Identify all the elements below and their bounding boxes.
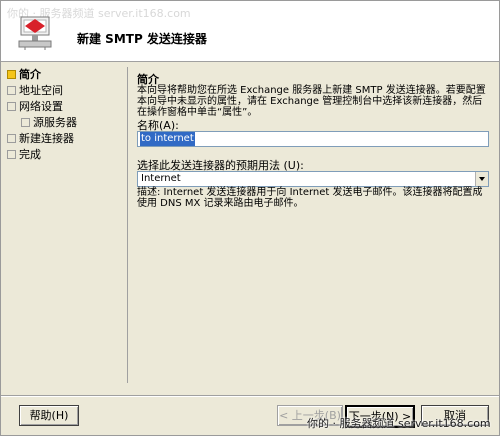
step-active-icon [7, 70, 16, 79]
step-label: 源服务器 [33, 116, 77, 129]
wizard-steps: 简介 地址空间 网络设置 源服务器 新建连接器 完成 [7, 67, 123, 403]
step-label: 地址空间 [19, 84, 63, 97]
footer-divider [1, 395, 499, 397]
intended-use-value: Internet [141, 173, 181, 184]
connector-name-value: to internet [140, 132, 195, 146]
step-label: 新建连接器 [19, 132, 74, 145]
step-pending-icon [21, 118, 30, 127]
step-label: 完成 [19, 148, 41, 161]
step-pending-icon [7, 150, 16, 159]
wizard-title: 新建 SMTP 发送连接器 [77, 32, 207, 46]
description-text: 描述: Internet 发送连接器用于向 Internet 发送电子邮件。该连… [137, 187, 483, 209]
step-pending-icon [7, 102, 16, 111]
connector-name-input[interactable]: to internet [137, 131, 489, 147]
step-pending-icon [7, 134, 16, 143]
connector-wizard-icon [18, 16, 52, 50]
sidebar-divider [127, 67, 128, 383]
step-label: 简介 [19, 68, 41, 81]
intended-use-select[interactable]: Internet [137, 171, 489, 187]
chevron-down-icon[interactable] [475, 172, 488, 186]
wizard-window: 你的 · 服务器频道 server.it168.com 新建 SMTP 发送连接… [0, 0, 500, 436]
intro-text: 本向导将帮助您在所选 Exchange 服务器上新建 SMTP 发送连接器。若要… [137, 85, 486, 118]
footer-watermark: 你的 · 服务器频道 server.it168.com [307, 417, 491, 430]
step-label: 网络设置 [19, 100, 63, 113]
wizard-header: 你的 · 服务器频道 server.it168.com 新建 SMTP 发送连接… [1, 1, 499, 62]
help-button[interactable]: 帮助(H) [19, 405, 79, 426]
step-pending-icon [7, 86, 16, 95]
